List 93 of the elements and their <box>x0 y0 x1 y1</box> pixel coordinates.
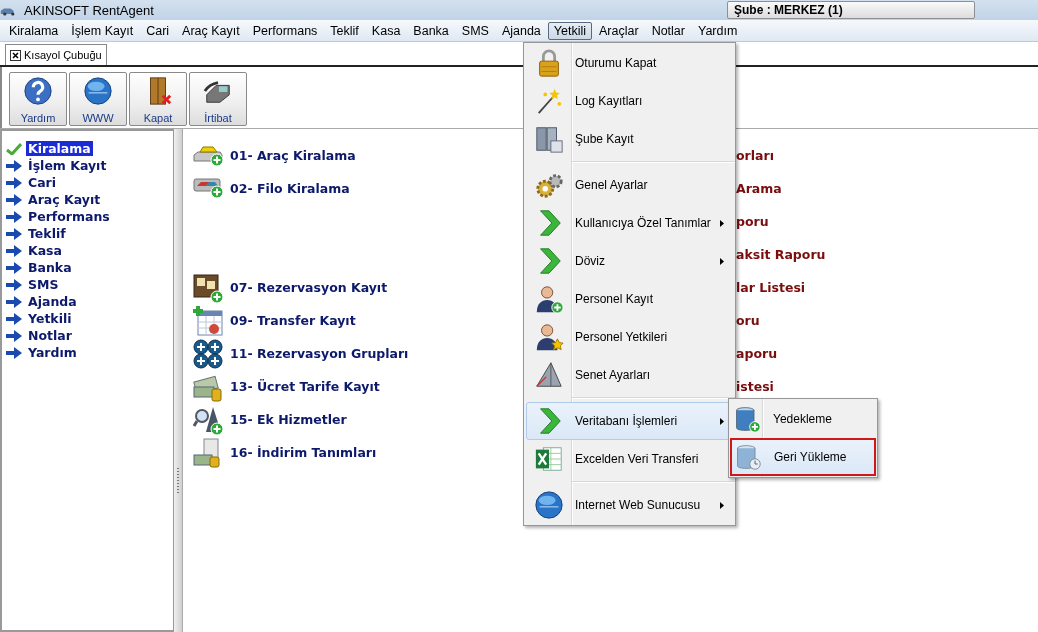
shortcut-link[interactable]: 16- İndirim Tanımları <box>230 445 377 460</box>
menu-item[interactable]: Oturumu Kapat <box>526 44 733 82</box>
shortcut-link[interactable]: 09- Transfer Kayıt <box>230 313 356 328</box>
shortcut-link[interactable]: 13- Ücret Tarife Kayıt <box>230 379 380 394</box>
close-icon <box>10 49 21 61</box>
menu-item[interactable]: Yedekleme <box>730 400 876 438</box>
branch-field: Şube : MERKEZ (1) <box>727 1 975 19</box>
nav-item[interactable]: Yetkili <box>26 311 74 326</box>
menu-item[interactable]: Kasa <box>365 21 407 40</box>
arrow-icon <box>6 329 22 342</box>
nav-item[interactable]: İşlem Kayıt <box>26 158 109 173</box>
arrow-icon <box>6 295 22 308</box>
check-icon <box>6 142 22 155</box>
shortcut-link[interactable]: 15- Ek Hizmetler <box>230 412 347 427</box>
menu-item[interactable]: Excelden Veri Transferi <box>526 440 733 478</box>
toolbar-button[interactable]: İrtibat <box>189 72 247 126</box>
person-add-icon <box>534 284 564 314</box>
toolbar-button[interactable]: Yardım <box>9 72 67 126</box>
shortcut-link[interactable]: Arama <box>736 181 782 196</box>
menu-item[interactable]: SMS <box>455 21 495 40</box>
nav-item[interactable]: Banka <box>26 260 74 275</box>
car-icon <box>192 144 224 167</box>
menu-item[interactable]: Araç Kayıt <box>176 21 246 40</box>
nav-item[interactable]: Ajanda <box>26 294 79 309</box>
shortcut-link[interactable]: 01- Araç Kiralama <box>230 148 356 163</box>
menu-item[interactable]: Log Kayıtları <box>526 82 733 120</box>
nav-item[interactable]: Araç Kayıt <box>26 192 103 207</box>
spreadsheet-icon <box>534 444 564 474</box>
shortcut-link[interactable]: istesi <box>736 379 774 394</box>
shortcut-link[interactable]: orları <box>736 148 774 163</box>
menu-item[interactable]: Yardım <box>691 21 744 40</box>
nav-item[interactable]: Performans <box>26 209 112 224</box>
arrow-icon <box>6 278 22 291</box>
menu-item[interactable]: Personel Kayıt <box>526 280 733 318</box>
menu-item[interactable]: Şube Kayıt <box>526 120 733 158</box>
arrow-icon <box>6 261 22 274</box>
shortcut-link[interactable]: 07- Rezervasyon Kayıt <box>230 280 388 295</box>
globe-icon <box>534 490 564 520</box>
menu-item[interactable]: Senet Ayarları <box>526 356 733 394</box>
pyramid-icon <box>534 360 564 390</box>
nav-item[interactable]: Teklif <box>26 226 68 241</box>
window-title: AKINSOFT RentAgent <box>24 2 154 18</box>
menu-item[interactable]: Cari <box>140 21 176 40</box>
menu-item[interactable]: Performans <box>246 21 324 40</box>
menu-item[interactable]: İşlem Kayıt <box>65 21 140 40</box>
arrow-icon <box>6 176 22 189</box>
shortcut-link[interactable]: 02- Filo Kiralama <box>230 181 350 196</box>
arrow-icon <box>6 159 22 172</box>
shortcut-link[interactable]: aksit Raporu <box>736 247 826 262</box>
shortcut-link[interactable]: aporu <box>736 346 778 361</box>
shortcut-tab[interactable]: Kısayol Çubuğu <box>5 44 107 65</box>
splitter[interactable] <box>174 129 183 632</box>
nav-item[interactable]: SMS <box>26 277 61 292</box>
arrow-icon <box>6 346 22 359</box>
nav-item[interactable]: Cari <box>26 175 59 190</box>
server-icon <box>534 124 564 154</box>
menu-item[interactable]: Araçlar <box>593 21 645 40</box>
menu-item[interactable]: Geri Yükleme <box>730 438 876 476</box>
nav-item[interactable]: Notlar <box>26 328 74 343</box>
shortcut-link[interactable]: poru <box>736 214 769 229</box>
cars-icon <box>192 178 224 199</box>
arrow-icon <box>6 210 22 223</box>
plus-circles-icon <box>192 337 224 370</box>
calendar-icon <box>192 304 224 337</box>
shortcut-link[interactable]: 11- Rezervasyon Grupları <box>230 346 409 361</box>
database-icon <box>733 404 761 434</box>
menu-item[interactable]: Banka <box>407 21 455 40</box>
toolbar-button[interactable]: WWW <box>69 72 127 126</box>
arrow-icon <box>6 227 22 240</box>
database-icon <box>734 442 762 472</box>
nav-item[interactable]: Kiralama <box>26 141 93 156</box>
globe-icon <box>83 76 113 106</box>
menu-item[interactable]: Ajanda <box>495 21 547 40</box>
arrow-icon <box>6 193 22 206</box>
toolbar-button[interactable]: Kapat <box>129 72 187 126</box>
menu-item[interactable]: Internet Web Sunucusu <box>526 486 733 524</box>
menu-item[interactable]: Personel Yetkileri <box>526 318 733 356</box>
person-star-icon <box>534 322 564 352</box>
menu-item[interactable]: Genel Ayarlar <box>526 166 733 204</box>
menu-item[interactable]: Yetkili <box>547 21 593 40</box>
menu-item[interactable]: Notlar <box>645 21 691 40</box>
menu-item[interactable]: Döviz <box>526 242 733 280</box>
arrow-icon <box>6 312 22 325</box>
help-icon <box>23 76 53 106</box>
shortcut-link[interactable]: lar Listesi <box>736 280 806 295</box>
shortcut-link[interactable]: oru <box>736 313 760 328</box>
menu-item[interactable]: Kullanıcıya Özel Tanımlar <box>526 204 733 242</box>
board-icon <box>192 271 224 304</box>
menu-item[interactable]: Kiralama <box>3 21 65 40</box>
arrow-icon <box>6 244 22 257</box>
nav-item[interactable]: Yardım <box>26 345 79 360</box>
menu-item[interactable]: Teklif <box>324 21 365 40</box>
nav-item[interactable]: Kasa <box>26 243 64 258</box>
